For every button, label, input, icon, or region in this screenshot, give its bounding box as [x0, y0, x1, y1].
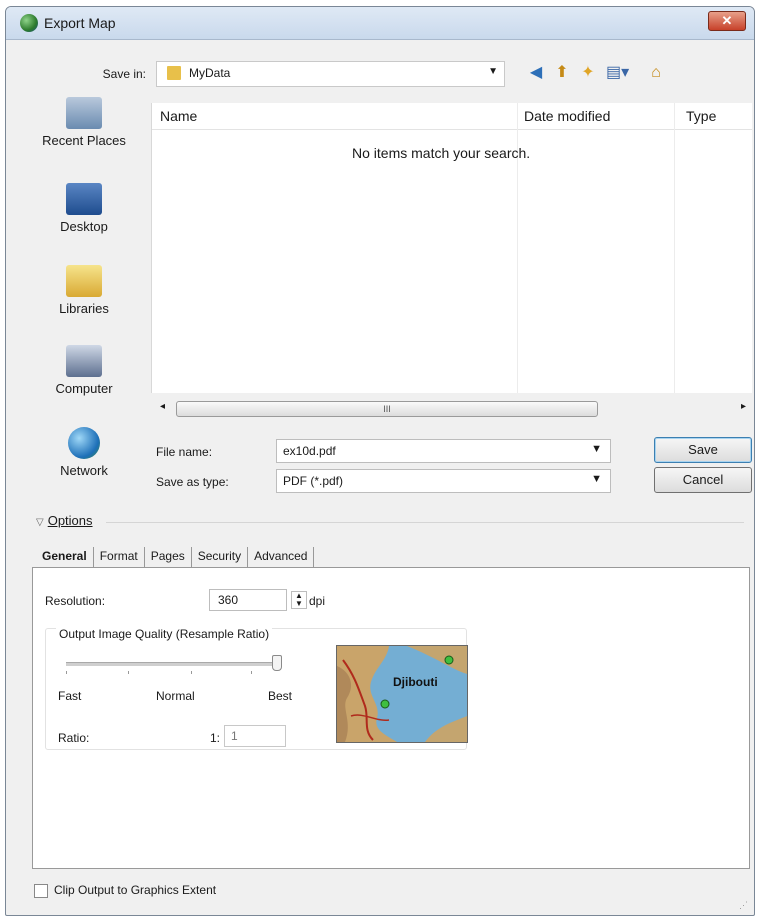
slider-label-normal: Normal [156, 689, 195, 703]
slider-label-fast: Fast [58, 689, 82, 703]
options-divider [106, 522, 744, 523]
output-quality-title: Output Image Quality (Resample Ratio) [56, 627, 273, 641]
output-quality-group: Output Image Quality (Resample Ratio) Fa… [45, 627, 468, 750]
place-label: Network [60, 463, 108, 478]
file-name-label: File name: [156, 445, 213, 459]
clip-output-checkbox[interactable]: Clip Output to Graphics Extent [34, 883, 216, 898]
slider-tick [66, 671, 67, 674]
slider-tick [251, 671, 252, 674]
save-as-type-select[interactable]: PDF (*.pdf) ▼ [276, 469, 611, 493]
arcmap-globe-icon [20, 14, 38, 32]
map-preview-graphic: Djibouti [337, 646, 467, 742]
tab-general[interactable]: General [36, 547, 94, 567]
quality-slider-thumb[interactable] [272, 655, 282, 671]
save-in-label: Save in: [102, 67, 146, 81]
place-label: Desktop [60, 219, 108, 234]
place-label: Libraries [59, 301, 109, 316]
save-as-type-label: Save as type: [156, 475, 229, 489]
chevron-down-icon[interactable]: ▼ [488, 66, 498, 77]
scroll-thumb[interactable]: III [176, 401, 598, 417]
column-divider [674, 103, 675, 393]
place-recent-places[interactable]: Recent Places [24, 97, 144, 148]
save-in-combo[interactable]: MyData ▼ [156, 61, 505, 87]
chevron-down-icon[interactable]: ▼ [591, 443, 602, 455]
options-tabs: General Format Pages Security Advanced [36, 547, 315, 569]
new-folder-icon[interactable]: ✦ [578, 63, 598, 83]
save-button[interactable]: Save [654, 437, 752, 463]
place-desktop[interactable]: Desktop [24, 183, 144, 234]
tab-format[interactable]: Format [94, 547, 145, 567]
save-in-value: MyData [189, 66, 231, 80]
resolution-unit: dpi [309, 594, 326, 608]
collapse-triangle-icon: ▽ [36, 517, 44, 528]
ratio-input: 1 [224, 725, 286, 747]
slider-tick [191, 671, 192, 674]
ratio-value: 1 [231, 729, 238, 743]
computer-icon [66, 345, 102, 377]
horizontal-scrollbar[interactable]: ◂ III ▸ [158, 399, 748, 417]
clip-output-label: Clip Output to Graphics Extent [54, 883, 217, 897]
places-bar: Recent Places Desktop Libraries Computer… [24, 97, 144, 517]
home-icon[interactable]: ⌂ [646, 63, 666, 83]
back-icon[interactable]: ◀ [526, 63, 546, 83]
empty-list-message: No items match your search. [352, 145, 531, 161]
chevron-down-icon[interactable]: ▼ [591, 473, 602, 485]
column-header-name[interactable]: Name [160, 108, 197, 124]
ratio-fixed-part: 1: [210, 731, 221, 745]
views-menu-icon[interactable]: ▤▾ [606, 63, 629, 83]
window-title: Export Map [44, 15, 116, 31]
network-icon [68, 427, 100, 459]
close-button[interactable]: ✕ [708, 11, 746, 31]
resize-grip-icon[interactable]: ⋰ [739, 900, 748, 911]
map-preview-image: Djibouti [336, 645, 468, 743]
place-label: Computer [55, 381, 113, 396]
file-name-input[interactable]: ex10d.pdf ▼ [276, 439, 611, 463]
scroll-left-icon[interactable]: ◂ [160, 401, 165, 412]
tab-security[interactable]: Security [192, 547, 249, 567]
place-label: Recent Places [42, 133, 126, 148]
desktop-icon [66, 183, 102, 215]
column-header-date-modified[interactable]: Date modified [524, 108, 610, 124]
save-as-type-value: PDF (*.pdf) [283, 474, 344, 488]
cancel-button[interactable]: Cancel [654, 467, 752, 493]
libraries-icon [66, 265, 102, 297]
ratio-label: Ratio: [58, 731, 90, 745]
file-name-value: ex10d.pdf [283, 444, 336, 458]
options-label: Options [47, 513, 93, 528]
export-map-dialog: Export Map ✕ Save in: MyData ▼ ◀ ⬆ ✦ ▤▾ … [5, 6, 755, 916]
resolution-stepper[interactable]: ▲ ▼ [291, 591, 307, 609]
up-folder-icon[interactable]: ⬆ [552, 63, 572, 83]
folder-icon [167, 66, 181, 80]
preview-place-label: Djibouti [393, 675, 438, 689]
place-libraries[interactable]: Libraries [24, 265, 144, 316]
slider-tick [128, 671, 129, 674]
resolution-input[interactable]: 360 [209, 589, 287, 611]
slider-label-best: Best [268, 689, 293, 703]
place-computer[interactable]: Computer [24, 345, 144, 396]
tab-advanced[interactable]: Advanced [248, 547, 315, 567]
resolution-label: Resolution: [45, 594, 106, 608]
title-bar: Export Map ✕ [6, 7, 754, 40]
resolution-value: 360 [218, 593, 239, 607]
column-header-type[interactable]: Type [686, 108, 716, 124]
options-toggle[interactable]: ▽ Options [36, 513, 93, 528]
recent-places-icon [66, 97, 102, 129]
place-network[interactable]: Network [24, 427, 144, 478]
general-tab-panel: Resolution: 360 ▲ ▼ dpi Output Image Qual… [32, 567, 750, 869]
file-list-header: Name Date modified Type [152, 103, 752, 130]
scroll-right-icon[interactable]: ▸ [741, 401, 746, 412]
tab-pages[interactable]: Pages [145, 547, 192, 567]
file-list[interactable]: Name Date modified Type No items match y… [151, 103, 752, 393]
quality-slider-track[interactable] [66, 662, 276, 666]
checkbox-box[interactable] [34, 883, 48, 898]
